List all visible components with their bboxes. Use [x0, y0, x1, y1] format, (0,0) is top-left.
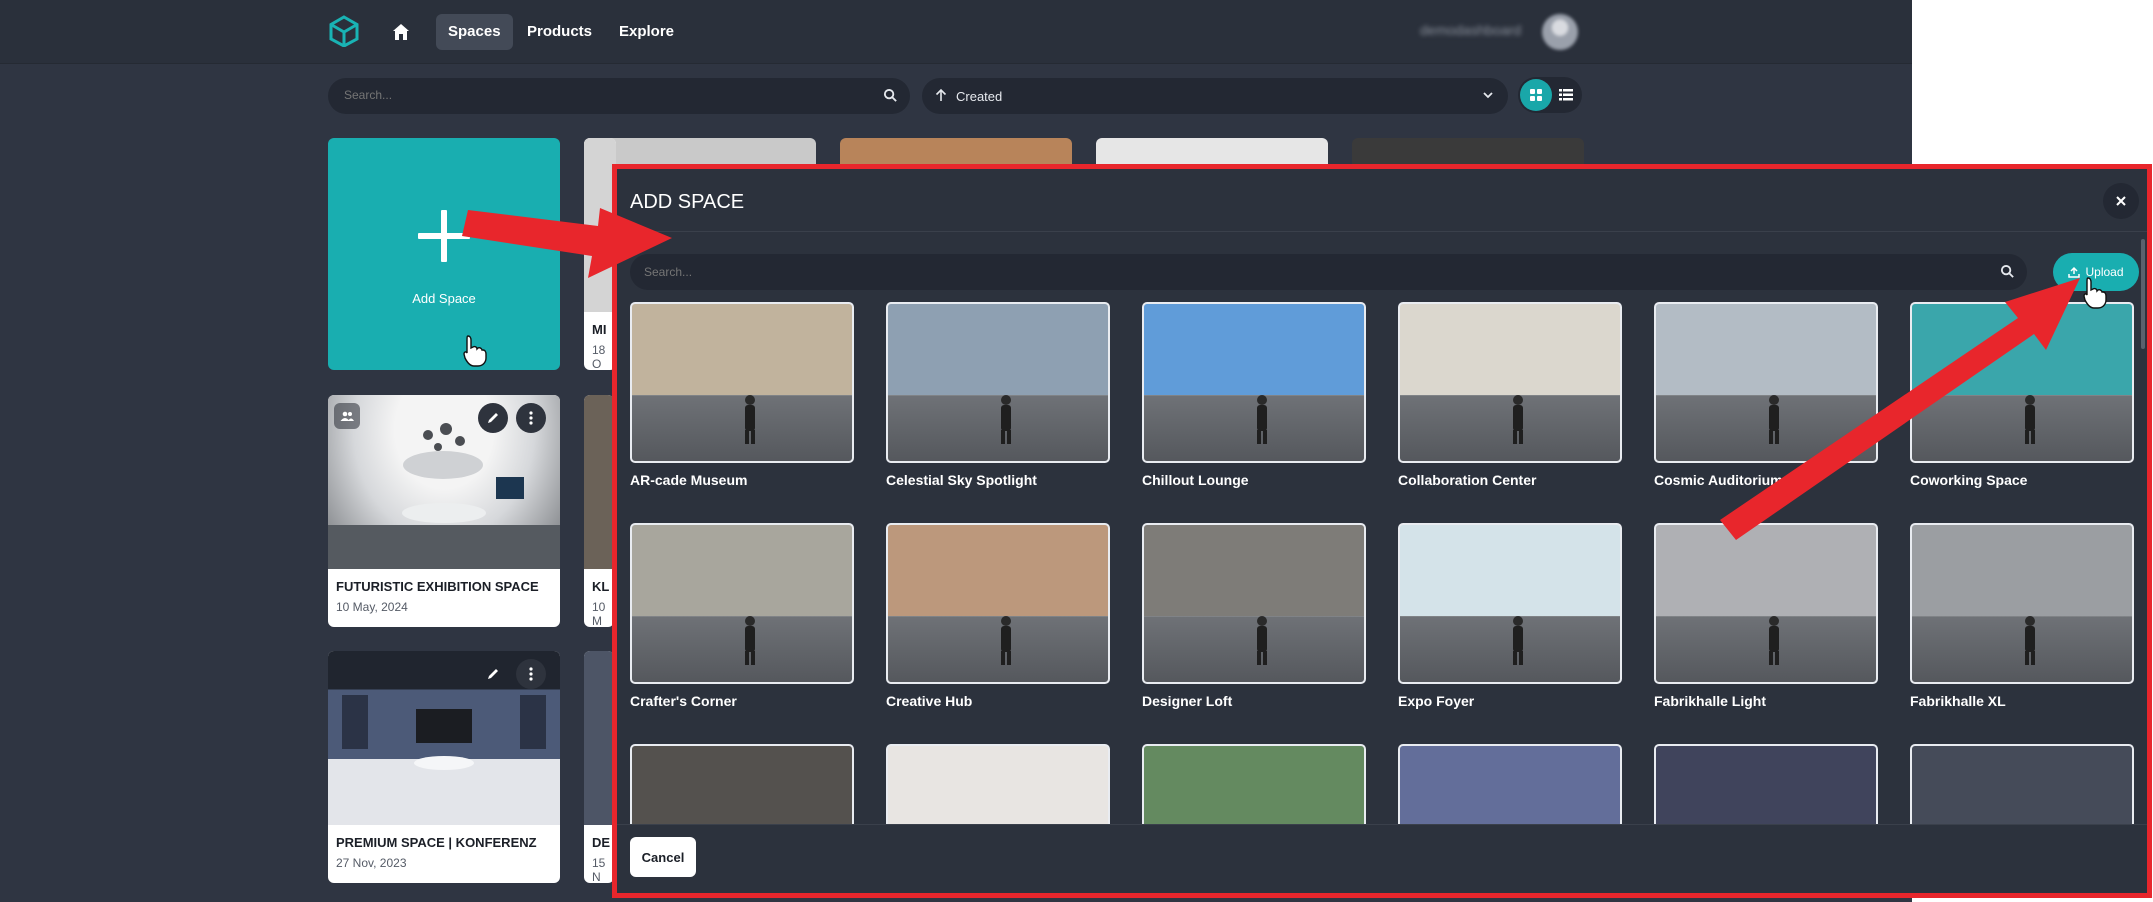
avatar[interactable] — [1542, 14, 1578, 50]
sort-dropdown[interactable]: Created — [922, 78, 1508, 114]
sort-label: Created — [956, 89, 1003, 104]
modal-divider — [617, 231, 2147, 232]
template-thumbnail — [886, 744, 1110, 824]
template-name: Celestial Sky Spotlight — [886, 472, 1037, 488]
shared-users-icon — [334, 403, 360, 429]
template-name: Fabrikhalle XL — [1910, 693, 2006, 709]
add-space-label: Add Space — [412, 291, 476, 306]
grid-view-icon[interactable] — [1520, 79, 1552, 111]
template-thumbnail — [1142, 302, 1366, 463]
top-navigation: Spaces Products Explore demodashboard — [0, 0, 1912, 64]
upload-button[interactable]: Upload — [2053, 253, 2139, 291]
chevron-down-icon — [1483, 92, 1493, 99]
view-toggle — [1518, 77, 1582, 113]
space-title: DE — [592, 835, 611, 850]
template-name: Creative Hub — [886, 693, 973, 709]
upload-icon — [2068, 266, 2081, 278]
nav-explore[interactable]: Explore — [607, 14, 686, 50]
template-thumbnail — [1654, 302, 1878, 463]
space-title: KL — [592, 579, 610, 594]
template-search-input[interactable] — [644, 265, 1974, 279]
template-thumbnail — [630, 744, 854, 824]
template-thumbnail — [1654, 744, 1878, 824]
template-name: Crafter's Corner — [630, 693, 737, 709]
add-space-modal: ADD SPACE Upload AR-cade Museum Celestial… — [612, 164, 2152, 898]
template-name: Designer Loft — [1142, 693, 1233, 709]
template-thumbnail — [1910, 302, 2134, 463]
space-date: 10 M — [592, 600, 606, 627]
template-name: Cosmic Auditorium — [1654, 472, 1783, 488]
template-grid: AR-cade Museum Celestial Sky Spotlight Chi… — [630, 302, 2147, 824]
more-options-icon[interactable] — [516, 403, 546, 433]
edit-icon[interactable] — [478, 659, 508, 689]
search-icon[interactable] — [883, 88, 898, 103]
template-thumbnail — [630, 523, 854, 684]
edit-icon[interactable] — [478, 403, 508, 433]
template-name: AR-cade Museum — [630, 472, 748, 488]
template-thumbnail — [886, 302, 1110, 463]
nav-spaces[interactable]: Spaces — [436, 14, 513, 50]
template-search-bar — [630, 254, 2027, 290]
template-thumbnail — [1910, 744, 2134, 824]
user-name[interactable]: demodashboard — [1420, 22, 1521, 38]
space-title: PREMIUM SPACE | KONFERENZ — [336, 835, 537, 850]
template-thumbnail — [1142, 523, 1366, 684]
space-date: 15 N — [592, 856, 606, 883]
arrow-up-icon — [935, 88, 947, 101]
template-thumbnail — [1910, 523, 2134, 684]
space-date: 27 Nov, 2023 — [336, 856, 407, 870]
space-search-input[interactable] — [344, 88, 864, 102]
hexagon-logo-icon[interactable] — [328, 15, 360, 47]
template-name: Collaboration Center — [1398, 472, 1537, 488]
close-icon[interactable] — [2103, 183, 2139, 219]
space-title: FUTURISTIC EXHIBITION SPACE — [336, 579, 539, 594]
template-name: Chillout Lounge — [1142, 472, 1249, 488]
modal-footer-divider — [617, 824, 2147, 825]
space-card[interactable]: KL 10 M — [584, 395, 614, 627]
space-thumbnail — [584, 395, 614, 569]
add-space-card[interactable]: Add Space — [328, 138, 560, 370]
space-search-bar — [328, 78, 910, 114]
home-icon[interactable] — [386, 18, 416, 46]
space-date: 10 May, 2024 — [336, 600, 408, 614]
upload-label: Upload — [2085, 265, 2124, 279]
modal-title: ADD SPACE — [630, 191, 745, 213]
search-icon[interactable] — [2000, 264, 2015, 279]
plus-icon — [418, 210, 470, 262]
template-thumbnail — [1398, 302, 1622, 463]
space-card[interactable]: FUTURISTIC EXHIBITION SPACE 10 May, 2024 — [328, 395, 560, 627]
template-name: Fabrikhalle Light — [1654, 693, 1767, 709]
template-thumbnail — [1398, 523, 1622, 684]
space-title: MI — [592, 322, 607, 337]
template-thumbnail — [1142, 744, 1366, 824]
template-thumbnail — [1398, 744, 1622, 824]
nav-products[interactable]: Products — [515, 14, 604, 50]
space-card[interactable]: PREMIUM SPACE | KONFERENZ 27 Nov, 2023 — [328, 651, 560, 883]
more-options-icon[interactable] — [516, 659, 546, 689]
space-card[interactable]: DE 15 N — [584, 651, 614, 883]
space-thumbnail — [584, 651, 614, 825]
app-window: Spaces Products Explore demodashboard Cr… — [0, 0, 2152, 902]
template-name: Coworking Space — [1910, 472, 2028, 488]
template-thumbnail — [630, 302, 854, 463]
list-view-icon[interactable] — [1552, 79, 1580, 111]
cancel-button[interactable]: Cancel — [630, 837, 696, 877]
template-name: Expo Foyer — [1398, 693, 1475, 709]
template-thumbnail — [886, 523, 1110, 684]
template-thumbnail — [1654, 523, 1878, 684]
